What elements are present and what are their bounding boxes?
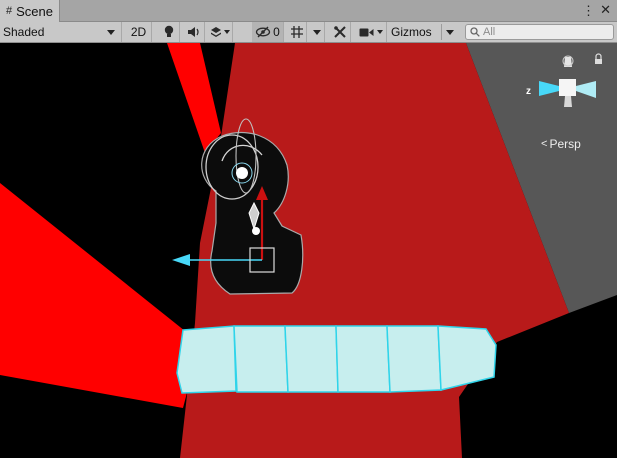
toggle-2d-button[interactable]: 2D <box>126 22 152 42</box>
tools-toggle-button[interactable] <box>329 22 351 42</box>
scene-render: z <box>0 43 617 458</box>
chevron-down-icon <box>312 29 321 35</box>
shading-mode-label: Shaded <box>3 25 45 39</box>
kebab-menu-icon[interactable]: ⋮ <box>582 4 595 18</box>
projection-label: Persp <box>549 137 581 151</box>
gizmos-dropdown[interactable]: Gizmos <box>388 22 458 42</box>
gizmos-label: Gizmos <box>391 25 432 39</box>
scene-toolbar: Shaded 2D 0 Gizmos All <box>0 22 617 43</box>
grid-hash-icon: # <box>6 5 13 17</box>
hidden-objects-count: 0 <box>273 25 280 39</box>
scene-viewport[interactable]: z < Persp <box>0 43 617 458</box>
audio-toggle-button[interactable] <box>183 22 205 42</box>
chevron-left-icon: < <box>541 138 548 150</box>
grid-options-dropdown[interactable] <box>309 22 325 42</box>
shading-mode-dropdown[interactable]: Shaded <box>0 22 122 42</box>
scene-window: # Scene ⋮ ✕ Shaded 2D 0 Gizmos All z < P… <box>0 0 617 458</box>
projection-toggle[interactable]: < Persp <box>541 137 581 151</box>
lighting-toggle-button[interactable] <box>158 22 180 42</box>
axis-y-neg-cone <box>564 96 572 107</box>
tab-strip: # Scene ⋮ ✕ <box>0 0 617 22</box>
grid-icon <box>290 26 303 38</box>
gizmos-divider <box>441 24 442 40</box>
search-icon <box>470 27 480 37</box>
lightbulb-icon <box>164 25 173 37</box>
chevron-down-icon <box>223 30 230 34</box>
hidden-objects-toggle[interactable]: 0 <box>252 22 284 42</box>
effects-dropdown-button[interactable] <box>207 22 233 42</box>
camera-icon <box>359 28 373 36</box>
layers-icon <box>210 27 221 37</box>
tab-scene-label: Scene <box>16 3 53 19</box>
tab-scene[interactable]: # Scene <box>0 0 60 22</box>
search-field[interactable] <box>465 24 614 40</box>
camera-settings-dropdown[interactable] <box>355 22 387 42</box>
search-input[interactable] <box>483 26 603 38</box>
chevron-down-icon <box>107 30 115 35</box>
speaker-icon <box>187 27 199 37</box>
chevron-down-icon <box>446 30 454 35</box>
grid-toggle-button[interactable] <box>287 22 307 42</box>
gizmo-cube <box>559 79 576 96</box>
axis-z-label: z <box>526 86 531 97</box>
toggle-2d-label: 2D <box>130 25 147 39</box>
eye-slash-icon <box>256 26 271 38</box>
chevron-down-icon <box>376 30 383 34</box>
tools-icon <box>333 26 346 38</box>
light-glow-icon <box>236 167 248 179</box>
close-icon[interactable]: ✕ <box>600 3 611 17</box>
cyan-block-row[interactable] <box>176 325 497 394</box>
